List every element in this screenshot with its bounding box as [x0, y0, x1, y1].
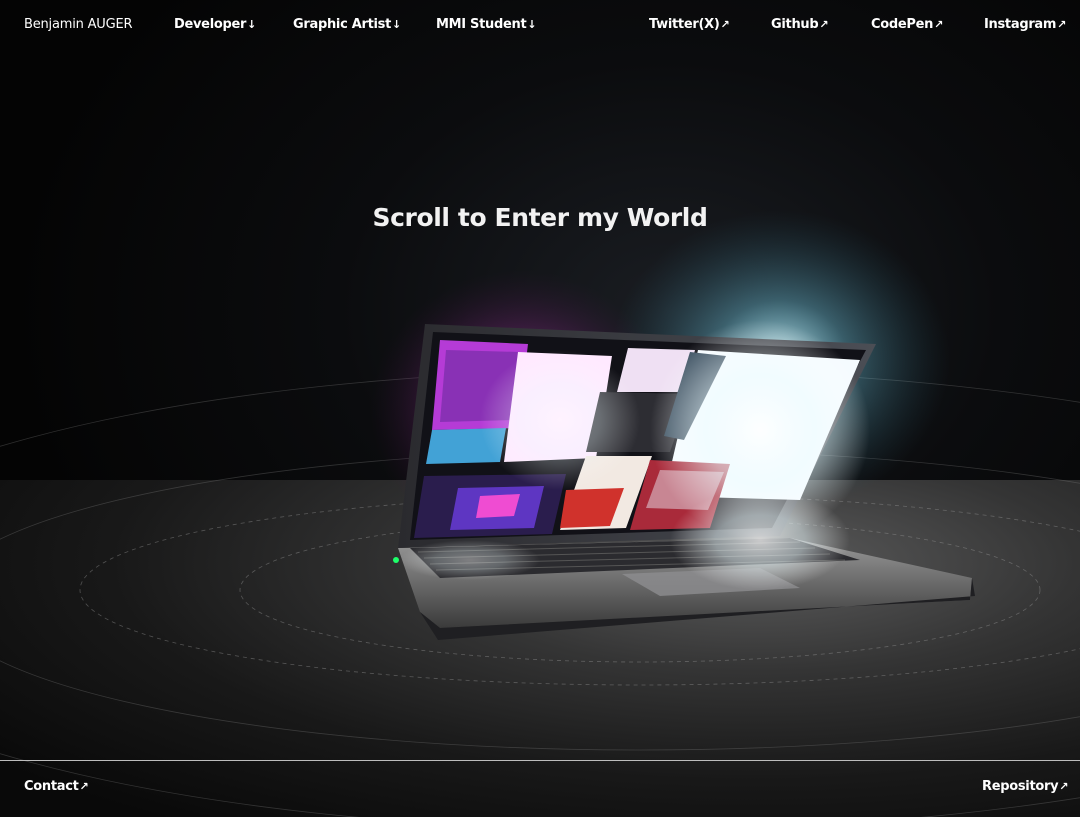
- link-github[interactable]: Github↗: [771, 17, 829, 32]
- top-navigation: Benjamin AUGER Developer↓ Graphic Artist…: [0, 0, 1080, 50]
- arrow-down-icon: ↓: [247, 18, 257, 31]
- brand-name[interactable]: Benjamin AUGER: [24, 17, 133, 32]
- nav-developer-label: Developer: [174, 17, 247, 32]
- external-link-icon: ↗: [79, 780, 89, 793]
- link-contact[interactable]: Contact↗: [24, 779, 89, 794]
- link-twitter-label: Twitter(X): [649, 17, 720, 32]
- arrow-down-icon: ↓: [527, 18, 537, 31]
- link-instagram-label: Instagram: [984, 17, 1057, 32]
- nav-mmi-student[interactable]: MMI Student↓: [436, 17, 537, 32]
- link-repository-label: Repository: [982, 779, 1059, 794]
- link-codepen[interactable]: CodePen↗: [871, 17, 943, 32]
- laptop-scene: [0, 210, 1080, 817]
- external-link-icon: ↗: [934, 18, 944, 31]
- link-codepen-label: CodePen: [871, 17, 934, 32]
- external-link-icon: ↗: [1059, 780, 1069, 793]
- external-link-icon: ↗: [720, 18, 730, 31]
- nav-graphic-artist-label: Graphic Artist: [293, 17, 391, 32]
- page: Benjamin AUGER Developer↓ Graphic Artist…: [0, 0, 1080, 817]
- link-twitter[interactable]: Twitter(X)↗: [649, 17, 730, 32]
- arrow-down-icon: ↓: [392, 18, 401, 31]
- link-repository[interactable]: Repository↗: [982, 779, 1069, 794]
- link-instagram[interactable]: Instagram↗: [984, 17, 1066, 32]
- hero-title: Scroll to Enter my World: [372, 203, 708, 232]
- nav-mmi-student-label: MMI Student: [436, 17, 527, 32]
- nav-graphic-artist[interactable]: Graphic Artist↓: [293, 17, 401, 32]
- link-github-label: Github: [771, 17, 819, 32]
- external-link-icon: ↗: [819, 18, 829, 31]
- link-contact-label: Contact: [24, 779, 79, 794]
- bottom-bar: Contact↗ Repository↗: [0, 760, 1080, 817]
- external-link-icon: ↗: [1057, 18, 1067, 31]
- nav-developer[interactable]: Developer↓: [174, 17, 256, 32]
